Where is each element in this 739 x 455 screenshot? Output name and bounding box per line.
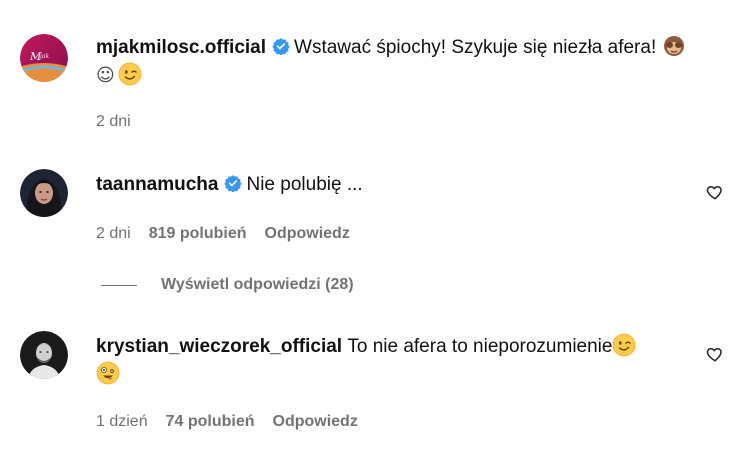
comment-3: krystian_wieczorek_official To nie afera… [96, 333, 696, 389]
comment-1: mjakmilosc.official Wstawać śpiochy! Szyk… [96, 34, 706, 90]
smiley-glyph: ☺ [96, 65, 115, 86]
see-no-evil-monkey-icon [662, 34, 686, 58]
comment-body: To nie afera to nieporozumienie [347, 336, 613, 357]
comment-meta: 1 dzień 74 polubień Odpowiedz [96, 413, 358, 431]
comment-username[interactable]: mjakmilosc.official [96, 37, 266, 58]
view-replies-button[interactable]: Wyświetl odpowiedzi (28) [101, 276, 354, 294]
comment-2: taannamucha Nie polubię ... [96, 171, 676, 199]
comment-username[interactable]: krystian_wieczorek_official [96, 336, 342, 357]
comment-time[interactable]: 2 dni [96, 225, 131, 243]
svg-text:jak: jak [38, 53, 49, 60]
comment-time[interactable]: 1 dzień [96, 413, 148, 431]
avatar-taannamucha[interactable] [20, 169, 68, 217]
reply-button[interactable]: Odpowiedz [265, 225, 350, 243]
replies-divider-line [101, 284, 137, 286]
reply-button[interactable]: Odpowiedz [273, 413, 358, 431]
comment-username[interactable]: taannamucha [96, 174, 218, 195]
comment-body: Wstawać śpiochy! Szykuje się niezła afer… [294, 37, 657, 58]
zany-face-icon [96, 361, 120, 385]
avatar-krystian-wieczorek[interactable] [20, 331, 68, 379]
like-heart-icon[interactable] [706, 345, 724, 363]
verified-badge-icon [224, 173, 243, 193]
winking-face-icon [612, 333, 636, 357]
view-replies-label: Wyświetl odpowiedzi (28) [161, 276, 354, 293]
likes-count[interactable]: 74 polubień [166, 413, 255, 431]
likes-count[interactable]: 819 polubień [149, 225, 247, 243]
avatar-mjakmilosc[interactable]: M jak [20, 34, 68, 82]
comment-meta: 2 dni [96, 113, 131, 131]
comment-meta: 2 dni 819 polubień Odpowiedz [96, 225, 350, 243]
comment-time[interactable]: 2 dni [96, 113, 131, 131]
comment-body: Nie polubię ... [246, 174, 363, 195]
winking-face-icon [118, 62, 142, 86]
like-heart-icon[interactable] [706, 183, 724, 201]
verified-badge-icon [272, 36, 290, 56]
